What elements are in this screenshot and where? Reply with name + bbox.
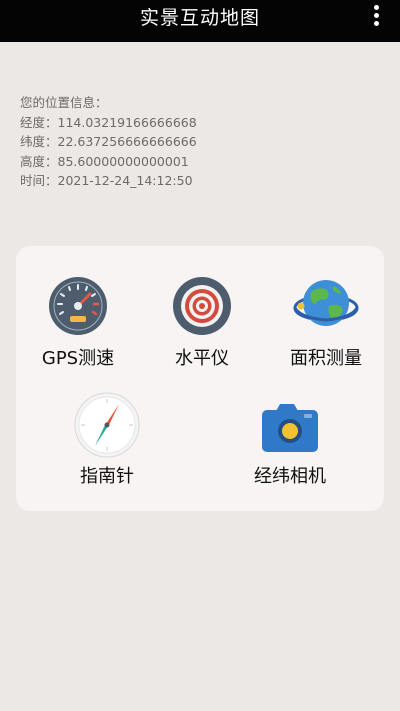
location-header: 您的位置信息：: [20, 95, 108, 110]
time-text: 时间：2021-12-24_14:12:50: [20, 173, 193, 188]
speedometer-icon: [49, 277, 107, 335]
camera-icon: [262, 404, 318, 452]
geo-camera-button[interactable]: 经纬相机: [238, 392, 342, 487]
compass-button[interactable]: 指南针: [55, 392, 159, 487]
gps-speed-button[interactable]: GPS测速: [26, 276, 130, 371]
latitude-text: 纬度：22.637256666666666: [20, 134, 197, 149]
location-info: 您的位置信息： 经度：114.03219166666668 纬度：22.6372…: [20, 93, 197, 191]
compass-label: 指南针: [80, 466, 134, 487]
area-measure-button[interactable]: 面积测量: [274, 276, 378, 371]
geo-camera-label: 经纬相机: [254, 466, 326, 487]
more-vertical-icon[interactable]: [370, 3, 382, 31]
compass-icon: [74, 392, 140, 458]
globe-icon: [293, 280, 359, 326]
tools-card: GPS测速 水平仪 面积测量 指南针 经纬相机: [16, 246, 384, 511]
gps-speed-label: GPS测速: [41, 348, 115, 369]
level-label: 水平仪: [175, 348, 229, 369]
target-icon: [173, 277, 231, 335]
app-title: 实景互动地图: [139, 7, 260, 29]
level-button[interactable]: 水平仪: [150, 276, 254, 371]
app-bar: 实景互动地图: [0, 0, 400, 42]
area-measure-label: 面积测量: [290, 348, 362, 369]
longitude-text: 经度：114.03219166666668: [20, 114, 197, 130]
altitude-text: 高度：85.60000000000001: [20, 153, 189, 169]
